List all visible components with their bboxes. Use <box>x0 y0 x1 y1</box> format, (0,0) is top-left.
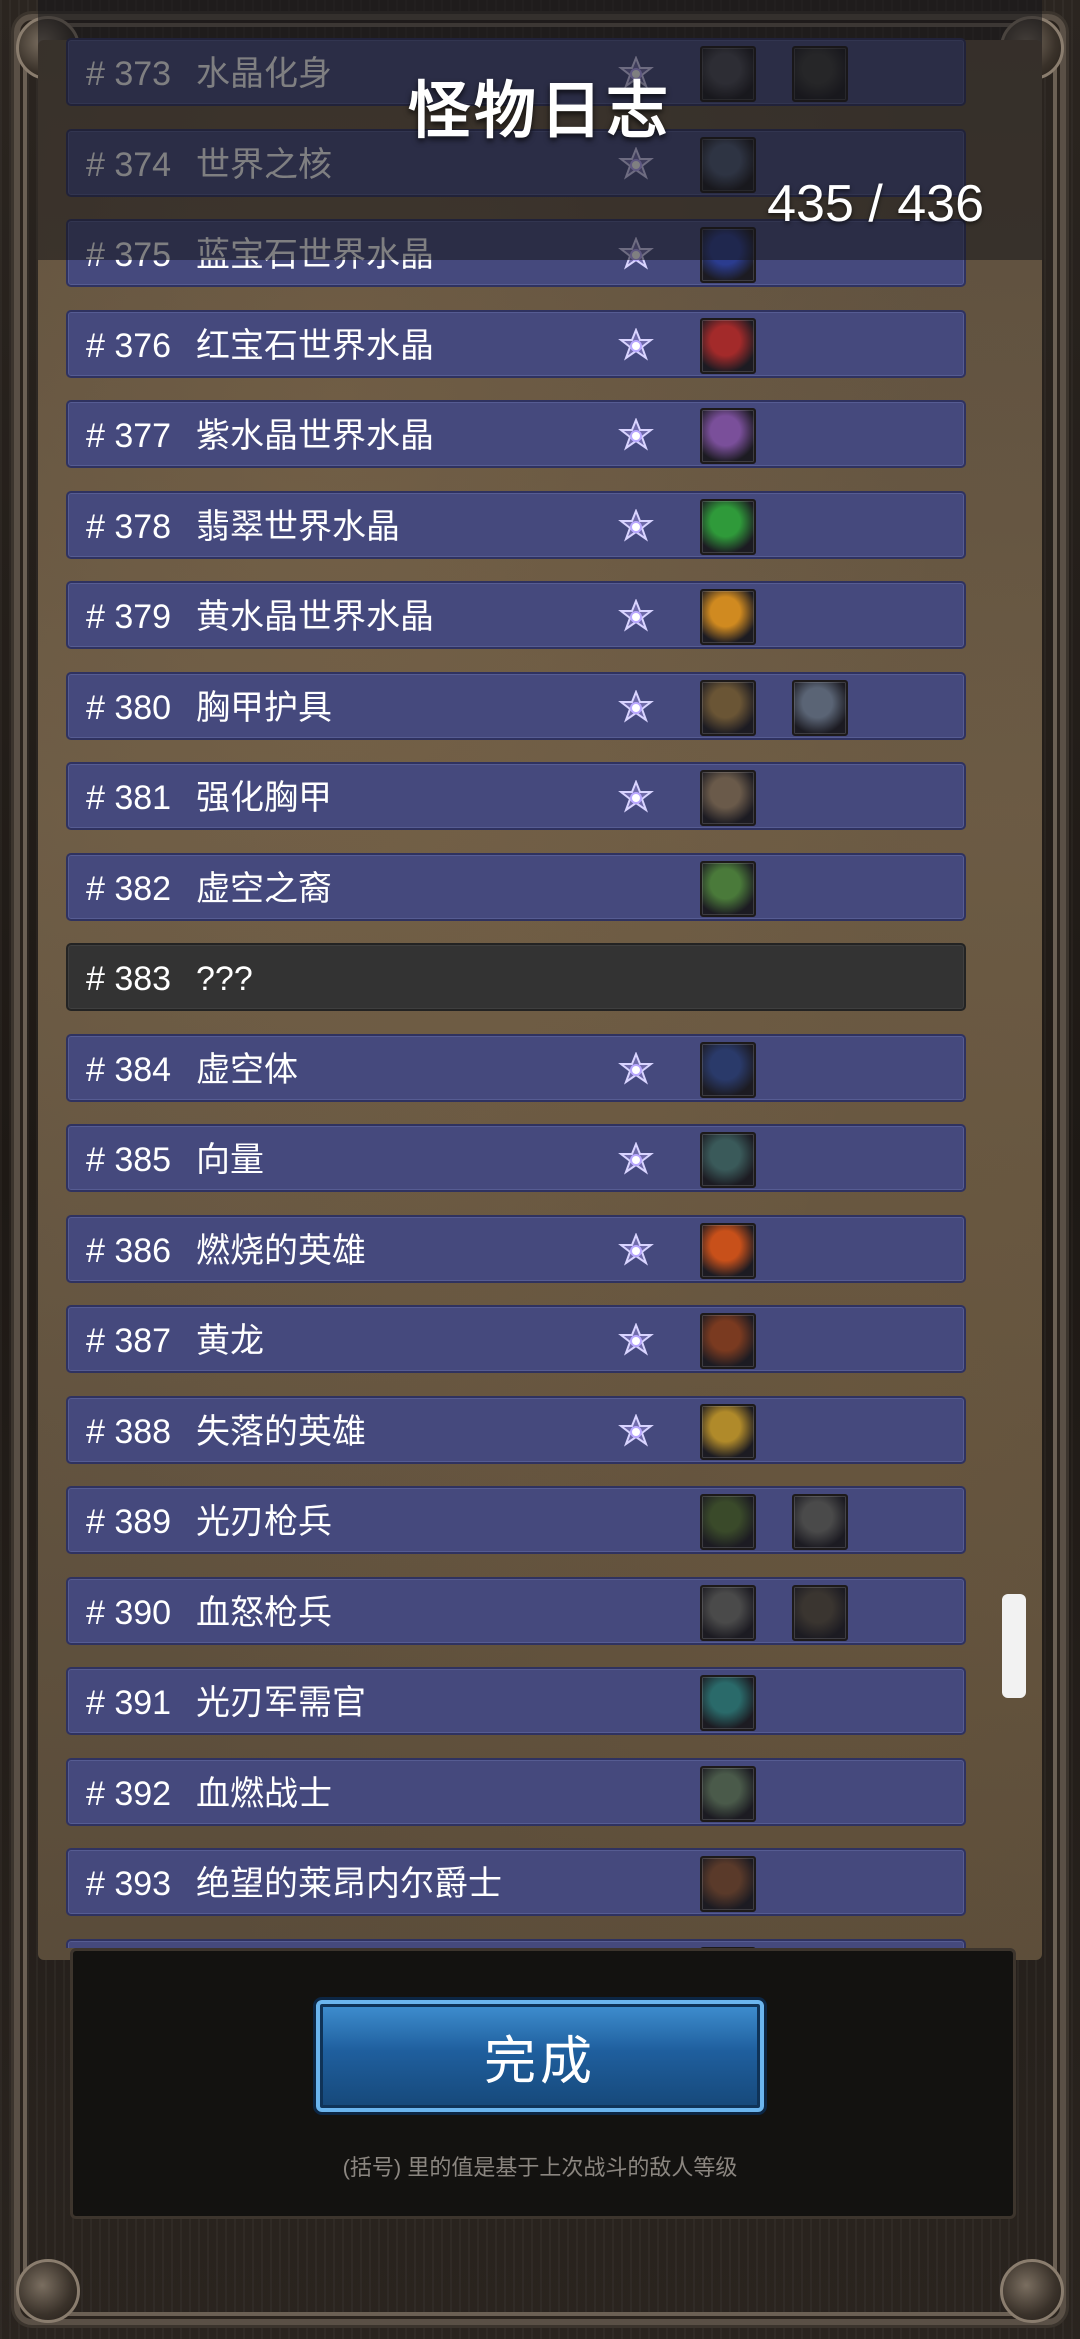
entry-number: # 391 <box>86 1684 172 1722</box>
loot-item-icon[interactable] <box>700 1313 756 1369</box>
loot-item-icon[interactable] <box>700 1132 756 1188</box>
list-item[interactable]: # 388 失落的英雄 <box>66 1395 966 1464</box>
entry-number: # 392 <box>86 1774 172 1813</box>
loot-item-icon[interactable] <box>700 408 756 464</box>
list-item[interactable]: # 384 虚空体 <box>66 1033 966 1102</box>
entry-name: 燃烧的英雄 <box>196 1231 366 1270</box>
star-crystal-icon <box>616 507 656 547</box>
entry-number: # 380 <box>86 688 172 727</box>
star-crystal-icon <box>616 1412 656 1452</box>
star-crystal-icon <box>616 1321 656 1361</box>
loot-item-icon[interactable] <box>700 1403 756 1460</box>
list-item[interactable]: # 377 紫水晶世界水晶 <box>66 400 966 468</box>
loot-item-icon[interactable] <box>792 1494 848 1550</box>
loot-item-icon[interactable] <box>700 1584 756 1641</box>
entry-name: 红宝石世界水晶 <box>196 326 434 365</box>
loot-item-icon[interactable] <box>700 679 756 736</box>
discovered-count: 435 / 436 <box>767 175 984 233</box>
loot-item-icon[interactable] <box>700 317 756 374</box>
entry-name: 强化胸甲 <box>196 779 332 817</box>
list-item[interactable]: # 385 向量 <box>66 1124 966 1192</box>
entry-number: # 382 <box>86 869 172 908</box>
loot-item-icon[interactable] <box>792 1584 848 1641</box>
entry-name: 胸甲护具 <box>196 688 332 727</box>
entry-number: # 379 <box>86 598 172 636</box>
entry-name: ??? <box>196 960 253 998</box>
list-item[interactable] <box>66 1938 966 1948</box>
entry-number: # 376 <box>86 326 172 365</box>
list-item[interactable]: # 393 绝望的莱昂内尔爵士 <box>66 1848 966 1916</box>
entry-number: # 389 <box>86 1503 172 1541</box>
entry-name: 血怒枪兵 <box>196 1593 332 1632</box>
entry-name: 失落的英雄 <box>196 1412 366 1451</box>
entry-number: # 393 <box>86 1865 172 1903</box>
star-crystal-icon <box>616 597 656 637</box>
entry-number: # 383 <box>86 960 172 998</box>
star-crystal-icon <box>616 1231 656 1271</box>
done-button[interactable]: 完成 <box>316 2000 764 2112</box>
entry-name: 紫水晶世界水晶 <box>196 417 434 455</box>
loot-item-icon[interactable] <box>700 1041 756 1098</box>
entry-number: # 390 <box>86 1593 172 1632</box>
list-item[interactable]: # 389 光刃枪兵 <box>66 1486 966 1554</box>
star-crystal-icon <box>616 688 656 728</box>
entry-name: 虚空之裔 <box>196 869 332 908</box>
entry-number: # 385 <box>86 1141 172 1179</box>
entry-number: # 377 <box>86 417 172 455</box>
corner-ornament <box>16 2259 80 2323</box>
loot-item-icon[interactable] <box>700 1765 756 1822</box>
loot-item-icon[interactable] <box>700 1222 756 1279</box>
loot-item-icon[interactable] <box>700 770 756 826</box>
entry-number: # 384 <box>86 1050 172 1089</box>
entry-name: 向量 <box>196 1141 264 1179</box>
entry-name: 血燃战士 <box>196 1774 332 1813</box>
loot-item-icon[interactable] <box>700 1494 756 1550</box>
list-item[interactable]: # 379 黄水晶世界水晶 <box>66 581 966 649</box>
loot-item-icon[interactable] <box>700 1856 756 1912</box>
entry-name: 黄龙 <box>196 1322 264 1360</box>
list-item[interactable]: # 381 强化胸甲 <box>66 762 966 830</box>
list-item[interactable]: # 380 胸甲护具 <box>66 671 966 740</box>
monster-list[interactable]: # 373水晶化身# 374世界之核# 375蓝宝石世界水晶# 376红宝石世界… <box>66 0 966 1948</box>
list-item[interactable]: # 382 虚空之裔 <box>66 852 966 921</box>
entry-name: 黄水晶世界水晶 <box>196 598 434 636</box>
list-item[interactable]: # 386 燃烧的英雄 <box>66 1214 966 1283</box>
entry-number: # 388 <box>86 1412 172 1451</box>
star-crystal-icon <box>616 1050 656 1090</box>
page-title: 怪物日志 <box>407 77 672 146</box>
list-item[interactable]: # 378 翡翠世界水晶 <box>66 490 966 559</box>
entry-name: 翡翠世界水晶 <box>196 507 400 546</box>
loot-item-icon[interactable] <box>700 498 756 555</box>
star-crystal-icon <box>616 326 656 366</box>
entry-name: 光刃军需官 <box>196 1684 366 1722</box>
loot-item-icon[interactable] <box>700 589 756 645</box>
entry-number: # 381 <box>86 779 172 817</box>
list-item[interactable]: # 376 红宝石世界水晶 <box>66 309 966 378</box>
list-item[interactable]: # 390 血怒枪兵 <box>66 1576 966 1645</box>
list-item[interactable]: # 391 光刃军需官 <box>66 1667 966 1735</box>
corner-ornament <box>1000 2259 1064 2323</box>
entry-number: # 386 <box>86 1231 172 1270</box>
loot-item-icon[interactable] <box>792 679 848 736</box>
loot-item-icon[interactable] <box>700 1675 756 1731</box>
star-crystal-icon <box>616 416 656 456</box>
scrollbar-thumb[interactable] <box>1002 1594 1026 1698</box>
list-item[interactable]: # 392 血燃战士 <box>66 1757 966 1826</box>
entry-number: # 378 <box>86 507 172 546</box>
list-item[interactable]: # 387 黄龙 <box>66 1305 966 1373</box>
loot-item-icon[interactable] <box>700 860 756 917</box>
entry-name: 绝望的莱昂内尔爵士 <box>196 1865 502 1903</box>
entry-name: 虚空体 <box>196 1050 298 1089</box>
star-crystal-icon <box>616 1140 656 1180</box>
entry-name: 光刃枪兵 <box>196 1503 332 1541</box>
entry-number: # 387 <box>86 1322 172 1360</box>
list-item[interactable]: # 383??? <box>66 943 966 1011</box>
footnote-text: (括号) 里的值是基于上次战斗的敌人等级 <box>342 2155 738 2180</box>
star-crystal-icon <box>616 778 656 818</box>
